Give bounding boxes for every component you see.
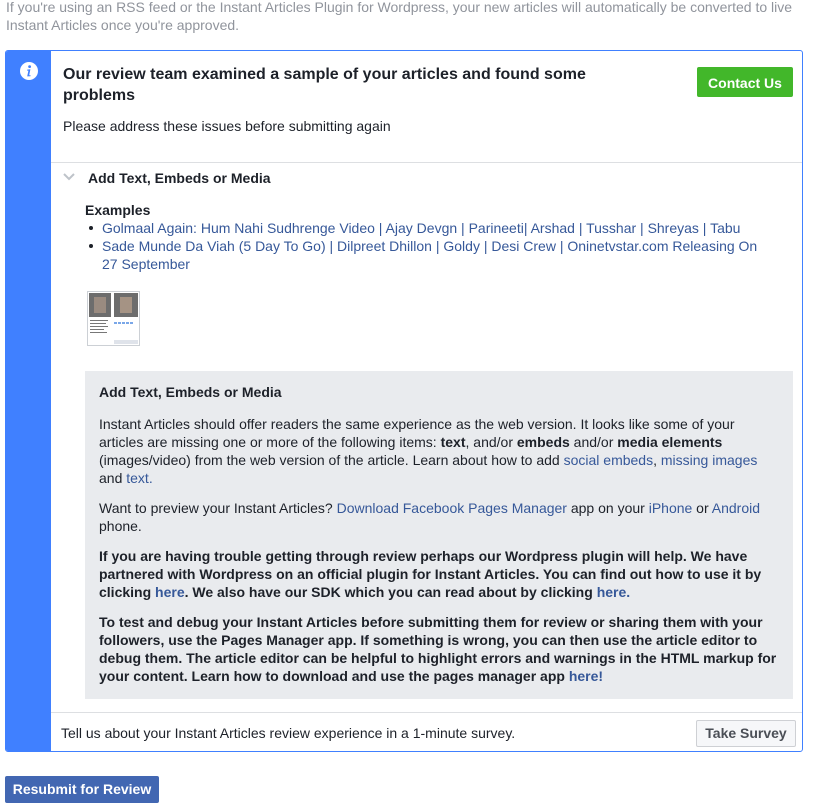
sdk-link[interactable]: here. [597,584,630,600]
guidance-paragraph-2: Want to preview your Instant Articles? D… [99,499,779,535]
download-pages-manager-link[interactable]: Download Facebook Pages Manager [337,500,567,516]
issue-title[interactable]: Add Text, Embeds or Media [88,170,271,186]
panel-accent-bar [6,51,51,751]
info-icon [20,62,38,80]
text: app on your [566,500,649,516]
text: embeds [516,434,570,450]
examples-list: Golmaal Again: Hum Nahi Sudhrenge Video … [85,219,775,273]
text: and [99,470,127,486]
guidance-paragraph-1: Instant Articles should offer readers th… [99,415,779,487]
pages-manager-link[interactable]: here! [569,668,603,684]
list-item: Golmaal Again: Hum Nahi Sudhrenge Video … [85,219,775,237]
review-title: Our review team examined a sample of you… [63,66,586,104]
thumbnail-image [88,292,139,345]
guidance-box: Add Text, Embeds or Media Instant Articl… [85,371,793,699]
example-link[interactable]: Golmaal Again: Hum Nahi Sudhrenge Video … [102,220,740,236]
iphone-link[interactable]: iPhone [649,500,693,516]
review-panel: Our review team examined a sample of you… [5,50,803,752]
take-survey-button[interactable]: Take Survey [696,720,796,747]
text: and/or [569,434,618,450]
divider [51,162,802,163]
chevron-down-icon[interactable] [63,173,75,181]
text: text [440,434,466,450]
wordpress-plugin-link[interactable]: here [155,584,185,600]
android-link[interactable]: Android [712,500,760,516]
text: phone. [99,518,142,534]
missing-images-link[interactable]: missing images [661,452,757,468]
divider [51,712,802,713]
text-link[interactable]: text. [126,470,152,486]
text: Want to preview your Instant Articles? [99,500,337,516]
guidance-paragraph-4: To test and debug your Instant Articles … [99,613,779,685]
text: media elements [617,434,723,450]
guidance-title: Add Text, Embeds or Media [99,384,282,400]
text: or [692,500,712,516]
text: . We also have our SDK which you can rea… [184,584,597,600]
list-item: Sade Munde Da Viah (5 Day To Go) | Dilpr… [85,237,775,273]
guidance-paragraph-3: If you are having trouble getting throug… [99,547,779,601]
review-subtitle: Please address these issues before submi… [63,118,391,134]
text: , [653,452,661,468]
text: , and/or [465,434,517,450]
survey-prompt: Tell us about your Instant Articles revi… [61,725,516,741]
resubmit-for-review-button[interactable]: Resubmit for Review [5,776,159,803]
intro-text: If you're using an RSS feed or the Insta… [6,0,793,33]
social-embeds-link[interactable]: social embeds [564,452,654,468]
contact-us-button[interactable]: Contact Us [697,67,793,97]
example-thumbnail[interactable] [87,291,140,346]
example-link[interactable]: Sade Munde Da Viah (5 Day To Go) | Dilpr… [102,238,757,272]
examples-label: Examples [85,202,151,218]
text: (images/video) from the web version of t… [99,452,564,468]
text: To test and debug your Instant Articles … [99,614,777,684]
